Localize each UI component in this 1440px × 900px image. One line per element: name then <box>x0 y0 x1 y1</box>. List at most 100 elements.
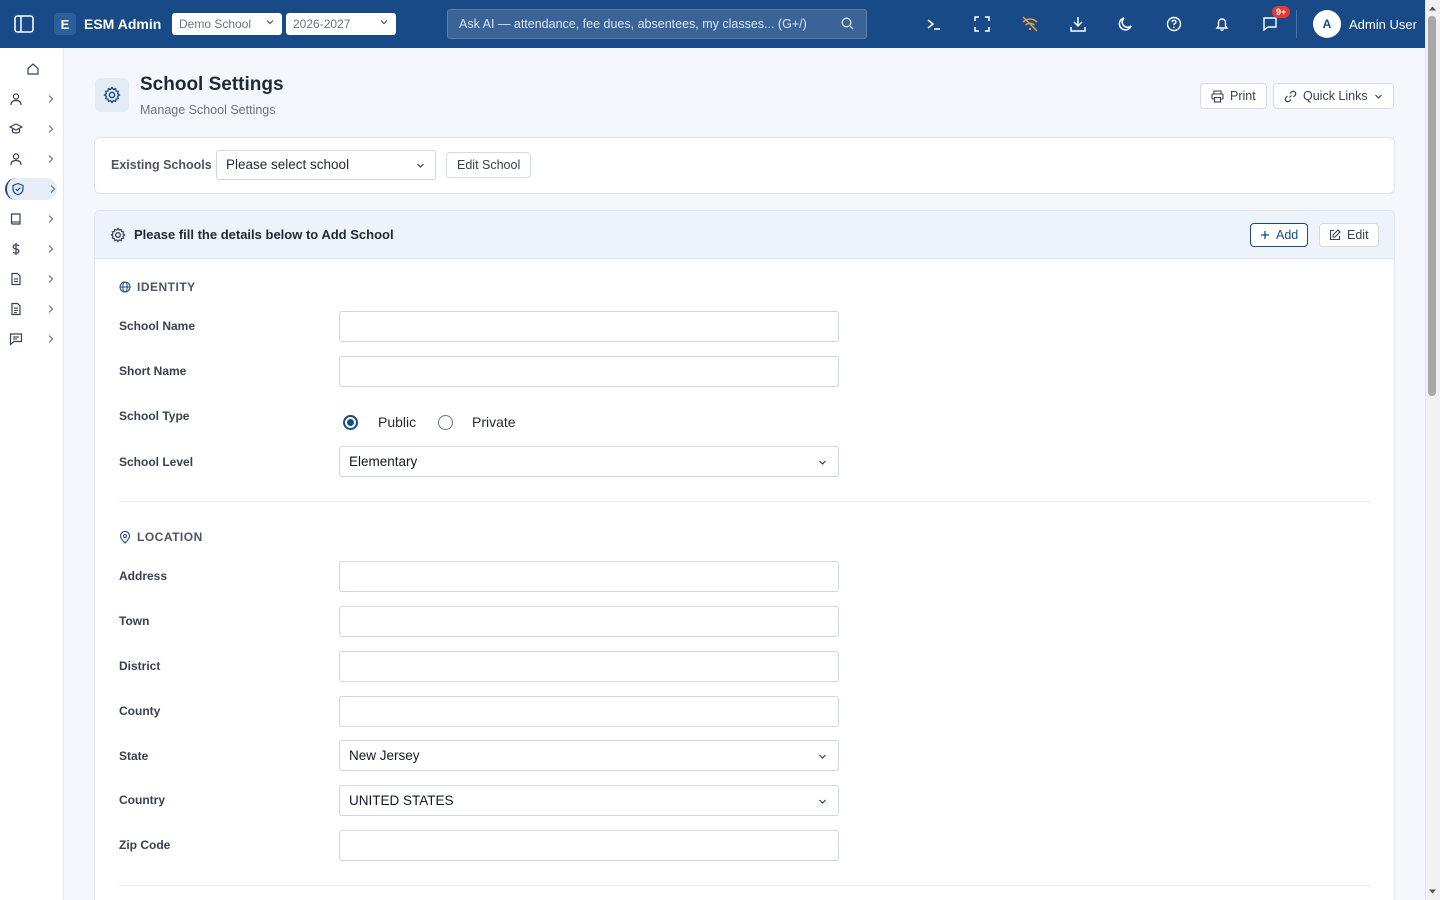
form-header: Please fill the details below to Add Sch… <box>95 211 1394 259</box>
fullscreen-icon[interactable] <box>972 14 992 34</box>
country-select[interactable]: UNITED STATES <box>339 785 839 816</box>
country-value: UNITED STATES <box>349 793 454 808</box>
edit-button[interactable]: Edit <box>1319 223 1379 247</box>
year-select-value: 2026-2027 <box>293 17 351 31</box>
section-divider <box>119 501 1370 502</box>
chevron-right-icon <box>48 125 54 133</box>
school-level-value: Elementary <box>349 454 418 469</box>
chevron-right-icon <box>48 215 54 223</box>
sidebar-item-fees[interactable] <box>5 238 57 260</box>
state-label: State <box>119 749 149 763</box>
scroll-up-icon[interactable] <box>1428 4 1437 13</box>
school-name-input[interactable] <box>339 311 839 342</box>
moon-icon[interactable] <box>1116 14 1136 34</box>
ai-search-input[interactable]: Ask AI — attendance, fee dues, absentees… <box>447 9 867 39</box>
sidebar-item-staff[interactable] <box>5 148 57 170</box>
school-type-public-radio[interactable] <box>343 415 358 430</box>
file-icon <box>11 272 21 286</box>
user-name[interactable]: Admin User <box>1349 17 1417 32</box>
existing-schools-select[interactable]: Please select school <box>216 150 436 180</box>
top-bar: E ESM Admin Demo School 2026-2027 Ask AI… <box>0 0 1440 48</box>
sidebar-toggle-icon[interactable] <box>12 12 36 36</box>
county-input[interactable] <box>339 696 839 727</box>
help-icon[interactable] <box>1164 14 1184 34</box>
sidebar-item-messages[interactable] <box>5 328 57 350</box>
print-label: Print <box>1230 89 1256 103</box>
chevron-down-icon <box>1374 94 1382 99</box>
print-button[interactable]: Print <box>1200 83 1267 109</box>
sidebar-item-documents[interactable] <box>5 298 57 320</box>
dollar-icon <box>12 243 20 255</box>
search-icon <box>841 17 854 30</box>
town-input[interactable] <box>339 606 839 637</box>
school-name-label: School Name <box>119 319 196 333</box>
document-icon <box>11 302 21 316</box>
zip-code-input[interactable] <box>339 830 839 861</box>
sidebar-item-academics[interactable] <box>5 118 57 140</box>
country-label: Country <box>119 793 165 807</box>
globe-icon <box>119 281 131 293</box>
short-name-input[interactable] <box>339 356 839 387</box>
sidebar-item-users[interactable] <box>5 88 57 110</box>
district-input[interactable] <box>339 651 839 682</box>
school-select[interactable]: Demo School <box>172 13 282 35</box>
gear-icon <box>110 227 126 243</box>
sidebar-item-settings[interactable] <box>5 178 57 200</box>
scrollbar-thumb[interactable] <box>1428 16 1436 396</box>
chevron-down-icon <box>819 754 826 759</box>
town-label: Town <box>119 614 150 628</box>
county-label: County <box>119 704 161 718</box>
page-subtitle: Manage School Settings <box>140 103 276 117</box>
page-title: School Settings <box>140 74 284 95</box>
sidebar-item-reports[interactable] <box>5 268 57 290</box>
quick-links-button[interactable]: Quick Links <box>1273 83 1394 109</box>
existing-schools-label: Existing Schools <box>111 158 212 172</box>
location-title: LOCATION <box>137 530 203 544</box>
chevron-right-icon <box>48 305 54 313</box>
download-icon[interactable] <box>1068 14 1088 34</box>
year-select[interactable]: 2026-2027 <box>286 13 396 35</box>
existing-schools-value: Please select school <box>226 157 350 172</box>
topbar-divider <box>1296 10 1297 38</box>
notification-badge: 9+ <box>1272 6 1291 18</box>
wifi-off-icon[interactable] <box>1020 14 1040 34</box>
chevron-down-icon <box>380 20 388 25</box>
app-name: ESM Admin <box>84 16 162 32</box>
scroll-down-icon[interactable] <box>1428 887 1437 896</box>
settings-icon <box>95 78 129 112</box>
chevron-down-icon <box>819 460 826 465</box>
chevron-down-icon <box>266 20 274 25</box>
message-icon <box>9 333 23 346</box>
school-type-label: School Type <box>119 409 190 423</box>
school-level-select[interactable]: Elementary <box>339 446 839 477</box>
edit-icon <box>1329 229 1341 241</box>
school-select-value: Demo School <box>179 17 252 31</box>
address-input[interactable] <box>339 561 839 592</box>
chevron-down-icon <box>819 799 826 804</box>
avatar[interactable]: A <box>1313 10 1341 38</box>
school-type-public-label[interactable]: Public <box>378 414 416 430</box>
edit-school-button[interactable]: Edit School <box>446 152 532 178</box>
quick-links-label: Quick Links <box>1303 89 1368 103</box>
user-icon <box>10 153 22 166</box>
state-select[interactable]: New Jersey <box>339 740 839 771</box>
sidebar-item-home[interactable] <box>5 58 57 80</box>
edit-school-label: Edit School <box>457 158 521 172</box>
school-level-label: School Level <box>119 455 194 469</box>
bell-icon[interactable] <box>1212 14 1232 34</box>
printer-icon <box>1211 89 1224 103</box>
chevron-right-icon <box>48 155 54 163</box>
terminal-icon[interactable] <box>924 14 944 34</box>
chevron-down-icon <box>417 163 424 168</box>
home-icon <box>27 63 39 75</box>
edit-label: Edit <box>1347 228 1369 242</box>
identity-section-title: IDENTITY <box>119 280 196 294</box>
school-type-private-label[interactable]: Private <box>472 414 516 430</box>
chevron-right-icon <box>48 275 54 283</box>
address-label: Address <box>119 569 168 583</box>
add-button[interactable]: Add <box>1250 223 1309 247</box>
book-icon <box>10 213 21 225</box>
school-type-private-radio[interactable] <box>438 415 453 430</box>
sidebar-item-library[interactable] <box>5 208 57 230</box>
district-label: District <box>119 659 161 673</box>
